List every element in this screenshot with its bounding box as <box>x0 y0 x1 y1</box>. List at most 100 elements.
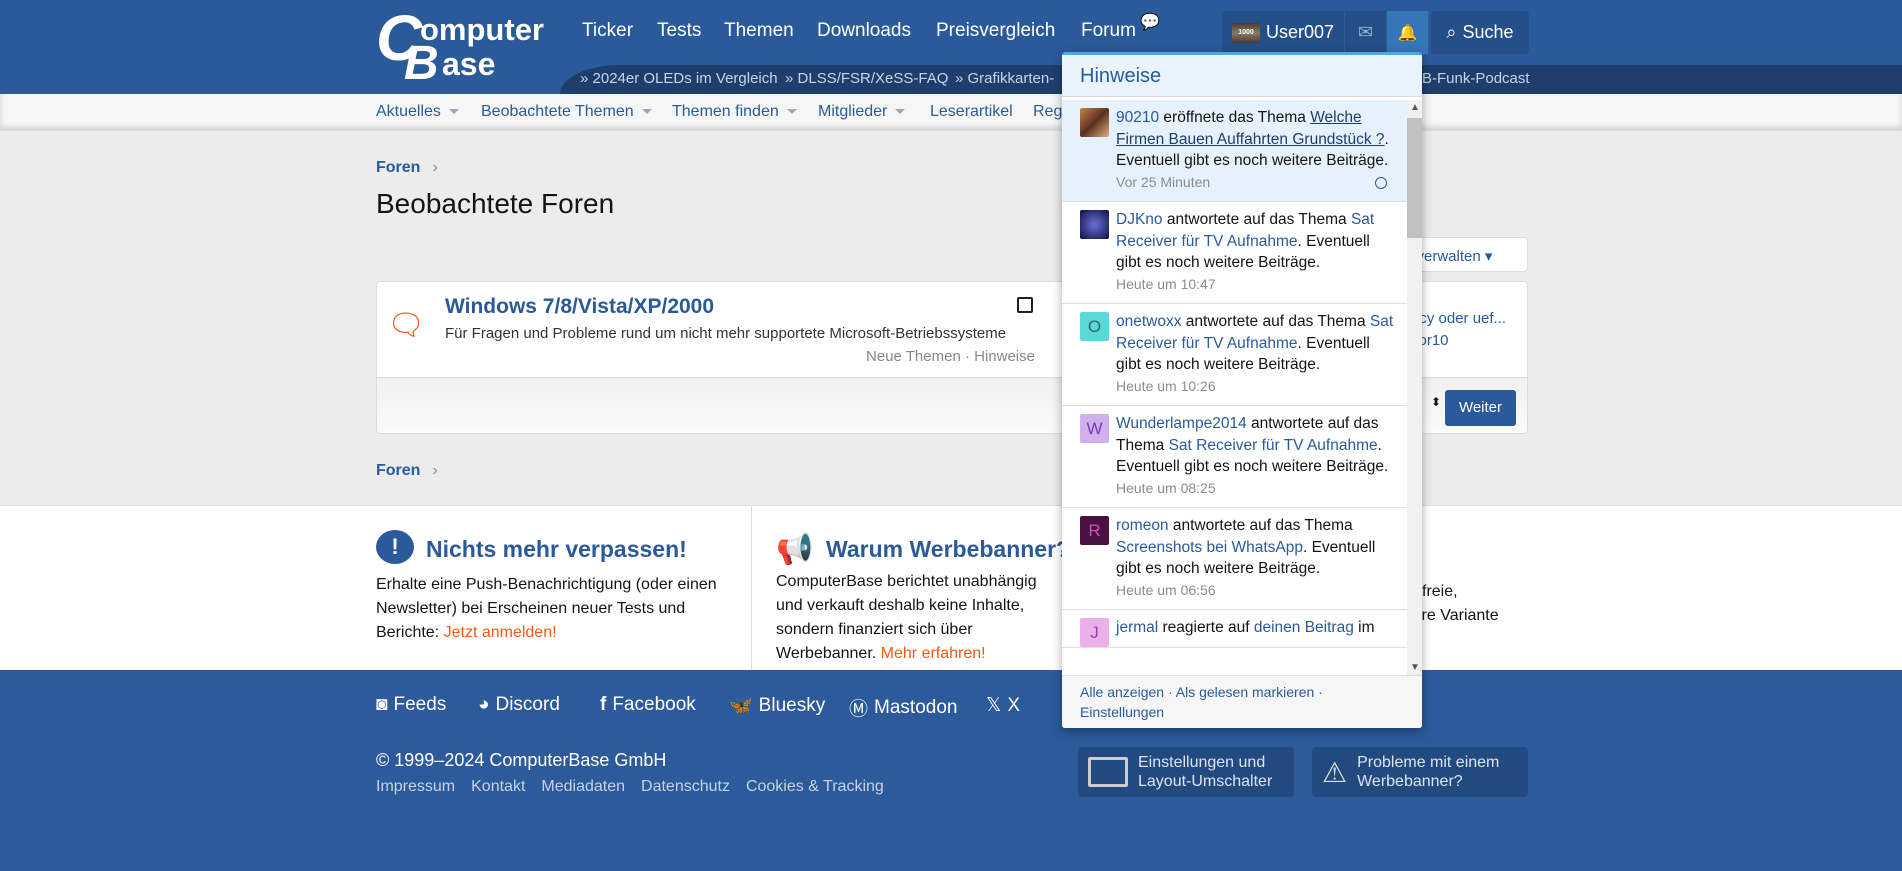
forum-title[interactable]: Windows 7/8/Vista/XP/2000 <box>445 295 714 319</box>
facebook-link[interactable]: f Facebook <box>600 694 696 716</box>
card-footer <box>377 377 1095 433</box>
ad-problems-button[interactable]: ⚠ Probleme mit einem Werbebanner? <box>1312 747 1528 797</box>
mediadaten-link[interactable]: Mediadaten <box>541 778 625 796</box>
feeds-link[interactable]: ◙ Feeds <box>376 694 446 716</box>
avatar: R <box>1080 516 1109 545</box>
x-icon: 𝕏 <box>986 695 1002 716</box>
caret-down-icon <box>641 109 652 115</box>
subnav-leserartikel[interactable]: Leserartikel <box>930 103 1013 121</box>
mastodon-icon: Ⓜ <box>849 699 869 720</box>
site-footer: ◙ Feeds ◕ Discord f Facebook 🦋 Bluesky Ⓜ Mast… <box>0 670 1902 871</box>
layout-icon <box>1088 757 1128 787</box>
notification-item[interactable]: DJKno antwortete auf das Thema Sat Recei… <box>1062 202 1407 304</box>
forum-meta[interactable]: Neue Themen · Hinweise <box>866 348 1035 365</box>
ticker-link[interactable]: » DLSS/FSR/XeSS-FAQ <box>785 70 948 87</box>
avatar <box>1080 210 1109 239</box>
select-sort-icon[interactable]: ⬍ <box>1431 395 1441 409</box>
thread-link[interactable]: Screenshots bei WhatsApp <box>1116 539 1303 556</box>
latest-thread-link[interactable]: acy oder uef... <box>1411 310 1506 327</box>
warning-icon: ⚠ <box>1322 756 1348 788</box>
timestamp: Heute um 10:47 <box>1116 275 1216 292</box>
mark-all-read-link[interactable]: Als gelesen markieren <box>1176 684 1315 700</box>
subnav-mitglieder[interactable]: Mitglieder <box>818 103 906 121</box>
breadcrumb-bottom[interactable]: Foren › <box>376 462 438 480</box>
scrollbar-thumb[interactable] <box>1407 118 1422 238</box>
thread-link[interactable]: deinen Beitrag <box>1254 619 1354 636</box>
notification-item[interactable]: R romeon antwortete auf das Thema Screen… <box>1062 508 1407 610</box>
subnav-themen-finden[interactable]: Themen finden <box>672 103 797 121</box>
impressum-link[interactable]: Impressum <box>376 778 455 796</box>
scrollbar[interactable]: ▲ ▼ <box>1407 100 1422 675</box>
nav-ticker[interactable]: Ticker <box>582 20 633 42</box>
user-link[interactable]: romeon <box>1116 517 1169 534</box>
megaphone-icon: 📢 <box>776 533 814 566</box>
user-link[interactable]: jermal <box>1116 619 1158 636</box>
subnav-register[interactable]: Regi <box>1033 103 1066 121</box>
signup-link[interactable]: Jetzt anmelden! <box>444 624 557 641</box>
notification-settings-link[interactable]: Einstellungen <box>1080 704 1164 720</box>
chevron-right-icon: › <box>432 159 438 176</box>
nav-downloads[interactable]: Downloads <box>817 20 911 42</box>
search-button[interactable]: ⌕ Suche <box>1431 11 1529 54</box>
footer-links: Impressum Kontakt Mediadaten Datenschutz… <box>376 778 884 796</box>
avatar: O <box>1080 312 1109 341</box>
caret-down-icon <box>786 109 797 115</box>
thread-link[interactable]: Sat Receiver für TV Aufnahme <box>1169 437 1378 454</box>
exclamation-bubble-icon: ! <box>376 530 414 564</box>
nav-tests[interactable]: Tests <box>657 20 701 42</box>
user-link[interactable]: onetwoxx <box>1116 313 1181 330</box>
username: User007 <box>1266 22 1335 42</box>
user-link[interactable]: DJKno <box>1116 211 1163 228</box>
forum-card: 🗨 Windows 7/8/Vista/XP/2000 Für Fragen u… <box>376 281 1096 434</box>
x-link[interactable]: 𝕏X <box>986 694 1020 717</box>
envelope-icon: ✉ <box>1358 22 1374 42</box>
show-all-link[interactable]: Alle anzeigen <box>1080 684 1164 700</box>
forum-description: Für Fragen und Probleme rund um nicht me… <box>445 325 1007 342</box>
ticker-link[interactable]: B-Funk-Podcast <box>1422 70 1530 87</box>
notification-item[interactable]: W Wunderlampe2014 antwortete auf das The… <box>1062 406 1407 508</box>
scroll-down-icon[interactable]: ▼ <box>1410 662 1420 673</box>
checkbox[interactable] <box>1017 297 1033 313</box>
scroll-up-icon[interactable]: ▲ <box>1410 102 1420 113</box>
popup-title: Hinweise <box>1062 55 1422 97</box>
ticker-link[interactable]: » 2024er OLEDs im Vergleich <box>580 70 778 87</box>
mark-read-toggle[interactable] <box>1375 177 1387 189</box>
mastodon-link[interactable]: Ⓜ Mastodon <box>849 694 957 721</box>
avatar: 1000 <box>1232 22 1260 43</box>
user-menu[interactable]: 1000 User007 <box>1222 11 1346 54</box>
notification-item[interactable]: O onetwoxx antwortete auf das Thema Sat … <box>1062 304 1407 406</box>
promo-left-text: Erhalte eine Push-Benachrichtigung (oder… <box>376 576 717 641</box>
subnav-aktuelles[interactable]: Aktuelles <box>376 103 459 121</box>
kontakt-link[interactable]: Kontakt <box>471 778 525 796</box>
nav-preisvergleich[interactable]: Preisvergleich <box>936 20 1055 42</box>
avatar: J <box>1080 618 1109 647</box>
breadcrumb[interactable]: Foren › <box>376 159 438 177</box>
nav-themen[interactable]: Themen <box>724 20 794 42</box>
ticker-link[interactable]: » Grafikkarten- <box>955 70 1054 87</box>
site-header: » 2024er OLEDs im Vergleich » DLSS/FSR/X… <box>0 0 1902 94</box>
inbox-button[interactable]: ✉ <box>1345 11 1388 54</box>
user-link[interactable]: Wunderlampe2014 <box>1116 415 1247 432</box>
cookies-link[interactable]: Cookies & Tracking <box>746 778 884 796</box>
bluesky-link[interactable]: 🦋 Bluesky <box>729 694 825 718</box>
bell-icon: 🔔 <box>1397 24 1418 42</box>
sub-navigation: Aktuelles Beobachtete Themen Themen find… <box>0 94 1902 131</box>
datenschutz-link[interactable]: Datenschutz <box>641 778 730 796</box>
timestamp: Heute um 10:26 <box>1116 377 1216 394</box>
forum-chat-icon: 🗨 <box>387 309 426 342</box>
user-link[interactable]: 90210 <box>1116 109 1159 126</box>
learn-more-link[interactable]: Mehr erfahren! <box>881 645 986 662</box>
nav-forum[interactable]: Forum <box>1081 20 1136 42</box>
chat-icon: 💬 <box>1140 14 1160 31</box>
chevron-right-icon: › <box>432 462 438 479</box>
notification-item[interactable]: 90210 eröffnete das Thema Welche Firmen … <box>1062 100 1407 202</box>
notification-item[interactable]: J jermal reagierte auf deinen Beitrag im <box>1062 610 1407 648</box>
notifications-button[interactable]: 🔔 <box>1387 11 1430 54</box>
discord-link[interactable]: ◕ Discord <box>478 694 560 716</box>
timestamp: Vor 25 Minuten <box>1116 173 1211 190</box>
settings-layout-button[interactable]: Einstellungen und Layout-Umschalter <box>1078 747 1294 797</box>
next-button[interactable]: Weiter <box>1445 390 1516 426</box>
copyright: © 1999–2024 ComputerBase GmbH <box>376 750 667 770</box>
subnav-beobachtete-themen[interactable]: Beobachtete Themen <box>481 103 652 121</box>
notification-list: 90210 eröffnete das Thema Welche Firmen … <box>1062 100 1407 675</box>
